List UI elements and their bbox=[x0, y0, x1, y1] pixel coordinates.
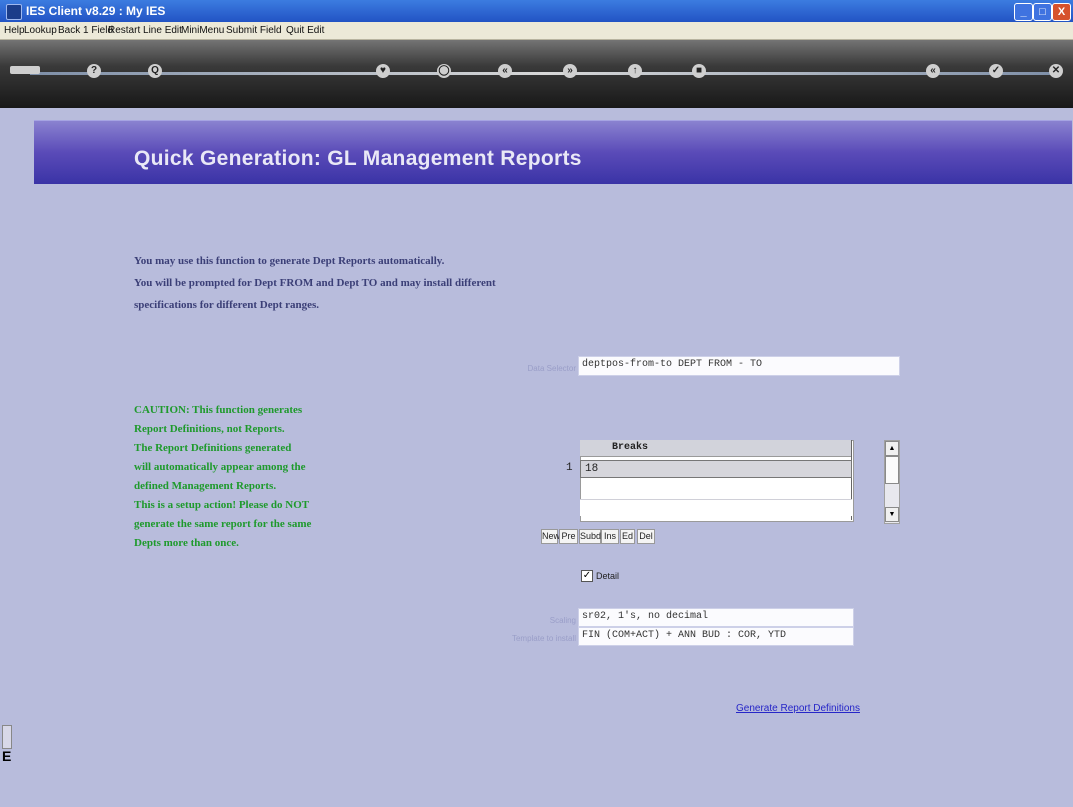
delete-button[interactable]: Del bbox=[637, 529, 655, 544]
menu-submit-field[interactable]: Submit Field bbox=[226, 25, 282, 36]
rewind-icon[interactable]: « bbox=[498, 64, 512, 78]
menu-back-field[interactable]: Back 1 Field bbox=[58, 25, 113, 36]
scroll-thumb[interactable] bbox=[885, 456, 899, 484]
data-selector-label: Data Selector bbox=[527, 364, 576, 373]
scaling-label: Scaling bbox=[549, 616, 576, 625]
toolbar-rail bbox=[30, 72, 1060, 75]
heart-icon[interactable]: ♥ bbox=[376, 64, 390, 78]
menu-lookup[interactable]: Lookup bbox=[24, 25, 57, 36]
template-field[interactable]: FIN (COM+ACT) + ANN BUD : COR, YTD bbox=[578, 627, 854, 646]
caution-line-5: defined Management Reports. bbox=[134, 480, 277, 492]
caution-line-4: will automatically appear among the bbox=[134, 461, 306, 473]
new-button[interactable]: New bbox=[541, 529, 560, 544]
intro-line-1: You may use this function to generate De… bbox=[134, 255, 445, 267]
table-row[interactable]: 18 bbox=[580, 460, 852, 478]
subdivide-button[interactable]: Subd bbox=[579, 529, 601, 544]
menu-help[interactable]: Help bbox=[4, 25, 25, 36]
forward-icon[interactable]: » bbox=[563, 64, 577, 78]
stop-icon[interactable]: ■ bbox=[692, 64, 706, 78]
caution-line-1: CAUTION: This function generates bbox=[134, 404, 303, 416]
help-icon[interactable]: ? bbox=[87, 64, 101, 78]
window-title: IES Client v8.29 : My IES bbox=[26, 4, 166, 18]
circle-icon[interactable]: ◯ bbox=[437, 64, 451, 78]
close-icon[interactable]: ✕ bbox=[1049, 64, 1063, 78]
scaling-field[interactable]: sr02, 1's, no decimal bbox=[578, 608, 854, 627]
close-button[interactable]: X bbox=[1052, 3, 1071, 21]
breaks-header: Breaks bbox=[580, 440, 852, 457]
intro-line-3: specifications for different Dept ranges… bbox=[134, 299, 320, 311]
arrow-icon[interactable] bbox=[10, 66, 40, 74]
detail-checkbox[interactable]: ✓ bbox=[581, 570, 593, 582]
row-number: 1 bbox=[566, 462, 573, 474]
left-panel-letter: E bbox=[2, 748, 12, 764]
caution-line-2: Report Definitions, not Reports. bbox=[134, 423, 285, 435]
title-bar: IES Client v8.29 : My IES _ □ X bbox=[0, 0, 1073, 22]
caution-line-6: This is a setup action! Please do NOT bbox=[134, 499, 310, 511]
caution-line-8: Depts more than once. bbox=[134, 537, 239, 549]
scroll-down-icon[interactable]: ▼ bbox=[885, 507, 899, 522]
template-label: Template to install bbox=[511, 634, 576, 643]
detail-label: Detail bbox=[596, 571, 620, 581]
intro-line-2: You will be prompted for Dept FROM and D… bbox=[134, 277, 496, 289]
insert-button[interactable]: Ins bbox=[601, 529, 619, 544]
page-title: Quick Generation: GL Management Reports bbox=[134, 147, 582, 170]
minimize-button[interactable]: _ bbox=[1014, 3, 1033, 21]
table-row-empty[interactable] bbox=[580, 499, 852, 516]
previous-button[interactable]: Pre bbox=[559, 529, 578, 544]
menu-restart-line-edit[interactable]: Restart Line Edit bbox=[108, 25, 182, 36]
check-icon[interactable]: ✓ bbox=[989, 64, 1003, 78]
edit-button[interactable]: Ed bbox=[620, 529, 635, 544]
caution-line-7: generate the same report for the same bbox=[134, 518, 312, 530]
hold-icon[interactable]: « bbox=[926, 64, 940, 78]
breaks-header-label: Breaks bbox=[612, 442, 649, 453]
app-icon bbox=[6, 4, 22, 20]
data-selector-field[interactable]: deptpos-from-to DEPT FROM - TO bbox=[578, 356, 900, 376]
scroll-up-icon[interactable]: ▲ bbox=[885, 441, 899, 456]
generate-report-definitions-link[interactable]: Generate Report Definitions bbox=[736, 703, 860, 714]
search-icon[interactable]: Q bbox=[148, 64, 162, 78]
caution-line-3: The Report Definitions generated bbox=[134, 442, 292, 454]
menu-bar: Help Lookup Back 1 Field Restart Line Ed… bbox=[0, 22, 1073, 40]
maximize-button[interactable]: □ bbox=[1033, 3, 1052, 21]
left-panel-tab[interactable] bbox=[2, 725, 12, 749]
menu-minimenu[interactable]: MiniMenu bbox=[181, 25, 224, 36]
up-icon[interactable]: ↑ bbox=[628, 64, 642, 78]
menu-quit-edit[interactable]: Quit Edit bbox=[286, 25, 324, 36]
